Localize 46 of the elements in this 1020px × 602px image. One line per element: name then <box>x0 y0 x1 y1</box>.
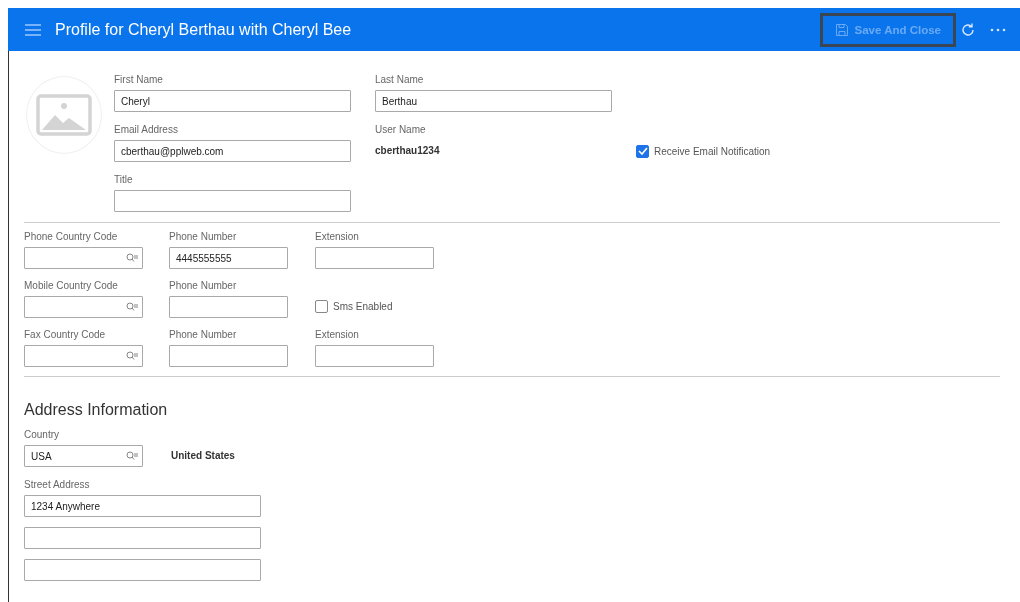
field-label: Last Name <box>375 74 425 86</box>
sms-enabled-checkbox[interactable]: Sms Enabled <box>315 295 393 317</box>
field-label: User Name <box>375 124 427 136</box>
field-label: Title <box>114 174 134 186</box>
field-label: Fax Country Code <box>24 329 107 341</box>
street-address-field[interactable] <box>24 527 261 549</box>
street-address-field[interactable]: 1234 Anywhere <box>24 495 261 517</box>
lookup-icon[interactable] <box>126 253 138 263</box>
field-label: Extension <box>315 231 360 243</box>
first-name-field[interactable]: Cheryl <box>114 90 351 112</box>
page-title: Profile for Cheryl Berthau with Cheryl Bee <box>55 20 352 39</box>
country-name: United States <box>171 449 235 463</box>
phone-number-field[interactable]: 4445555555 <box>169 247 288 269</box>
more-icon[interactable] <box>990 27 1006 32</box>
save-icon <box>834 22 849 37</box>
field-label: Phone Number <box>169 329 238 341</box>
checkmark-icon <box>637 147 648 155</box>
user-name-value: cberthau1234 <box>375 144 441 158</box>
field-label: First Name <box>114 74 164 86</box>
field-label: Phone Number <box>169 280 238 292</box>
street-address-field[interactable] <box>24 559 261 581</box>
phone-number-field[interactable] <box>169 296 288 318</box>
lookup-icon[interactable] <box>126 451 138 461</box>
lookup-icon[interactable] <box>126 351 138 361</box>
field-label: Street Address <box>24 479 91 491</box>
field-label: Phone Country Code <box>24 231 119 243</box>
email-field[interactable]: cberthau@pplweb.com <box>114 140 351 162</box>
menu-icon[interactable] <box>25 23 41 36</box>
last-name-field[interactable]: Berthau <box>375 90 612 112</box>
lookup-icon[interactable] <box>126 302 138 312</box>
receive-email-checkbox[interactable]: Receive Email Notification <box>636 140 771 162</box>
extension-field[interactable] <box>315 345 434 367</box>
extension-field[interactable] <box>315 247 434 269</box>
country-field[interactable]: USA <box>24 445 143 467</box>
field-label: Mobile Country Code <box>24 280 119 292</box>
country-code-field[interactable] <box>24 296 143 318</box>
field-label: Phone Number <box>169 231 238 243</box>
title-field[interactable] <box>114 190 351 212</box>
field-label: Country <box>24 429 60 441</box>
country-code-field[interactable] <box>24 247 143 269</box>
phone-number-field[interactable] <box>169 345 288 367</box>
refresh-icon[interactable] <box>960 21 976 38</box>
field-label: Extension <box>315 329 360 341</box>
country-code-field[interactable] <box>24 345 143 367</box>
field-label: Email Address <box>114 124 179 136</box>
section-heading: Address Information <box>24 401 169 419</box>
